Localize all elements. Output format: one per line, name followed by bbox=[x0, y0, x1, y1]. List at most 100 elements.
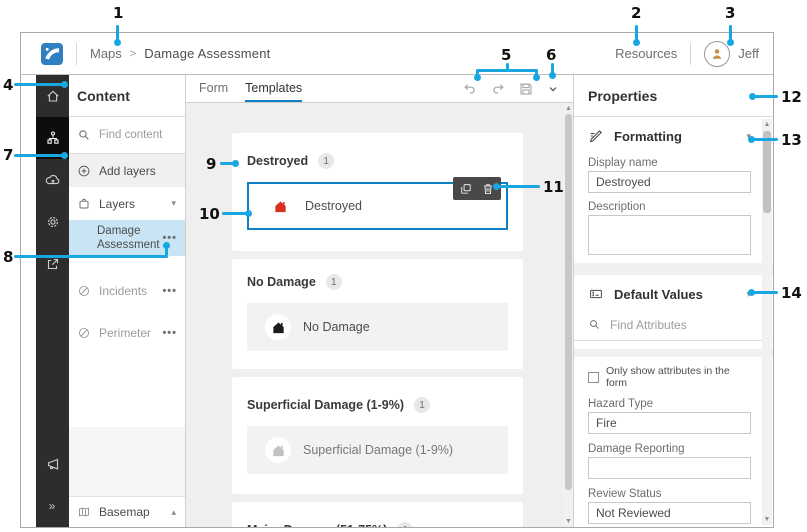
damage-reporting-label: Damage Reporting bbox=[588, 443, 751, 455]
basemap-icon bbox=[77, 505, 91, 519]
template-item-destroyed[interactable]: Destroyed bbox=[247, 182, 508, 230]
callout-9-dot bbox=[232, 160, 239, 167]
breadcrumb-current-map: Damage Assessment bbox=[144, 46, 270, 61]
input-box-icon bbox=[588, 286, 604, 302]
layer-options-menu-icon[interactable]: ••• bbox=[162, 285, 177, 297]
properties-scrollbar[interactable]: ▲ ▼ bbox=[762, 119, 772, 525]
layer-options-menu-icon[interactable]: ••• bbox=[162, 327, 177, 339]
group-count-badge: 1 bbox=[414, 397, 430, 413]
template-group-destroyed: Destroyed 1 Destroyed bbox=[232, 133, 523, 251]
layer-name: Incidents bbox=[99, 284, 147, 298]
formatting-section-header[interactable]: Formatting ▾ bbox=[588, 121, 751, 151]
callout-1-dot bbox=[114, 39, 121, 46]
find-attributes-search[interactable]: Find Attributes bbox=[574, 309, 773, 341]
scroll-up-icon[interactable]: ▲ bbox=[762, 120, 772, 129]
callout-12-line bbox=[753, 95, 778, 98]
callout-7-line bbox=[14, 154, 64, 157]
add-layers-button[interactable]: Add layers bbox=[69, 154, 185, 187]
default-values-section-header[interactable]: Default Values ▾ bbox=[588, 279, 751, 309]
breadcrumb-separator: > bbox=[130, 48, 136, 60]
template-item-superficial[interactable]: Superficial Damage (1-9%) bbox=[247, 426, 508, 474]
callout-13: 13 bbox=[781, 131, 802, 149]
checkbox-unchecked[interactable] bbox=[588, 372, 599, 383]
find-content-search[interactable]: Find content bbox=[69, 117, 185, 154]
callout-3: 3 bbox=[725, 4, 735, 22]
layers-section-header[interactable]: Layers ▾ bbox=[69, 187, 185, 220]
template-item-label: Superficial Damage (1-9%) bbox=[303, 443, 453, 457]
section-divider bbox=[574, 349, 773, 357]
basemap-section-header[interactable]: Basemap ▴ bbox=[69, 496, 185, 527]
callout-7: 7 bbox=[3, 146, 13, 164]
templates-scrollbar[interactable]: ▲ ▼ bbox=[564, 103, 573, 527]
callout-1: 1 bbox=[113, 4, 123, 22]
duplicate-icon[interactable] bbox=[459, 182, 473, 196]
callout-6: 6 bbox=[546, 46, 556, 64]
template-item-no-damage[interactable]: No Damage bbox=[247, 303, 508, 351]
display-name-input[interactable] bbox=[588, 171, 751, 193]
house-icon-red bbox=[273, 199, 288, 214]
group-count-badge: 1 bbox=[397, 522, 413, 527]
callout-11-line bbox=[497, 185, 540, 188]
resources-link[interactable]: Resources bbox=[615, 46, 677, 61]
undo-icon[interactable] bbox=[462, 81, 478, 97]
callout-4: 4 bbox=[3, 76, 13, 94]
review-status-label: Review Status bbox=[588, 488, 751, 500]
basemap-label: Basemap bbox=[99, 505, 150, 519]
breadcrumb-maps-link[interactable]: Maps bbox=[90, 46, 122, 61]
redo-icon[interactable] bbox=[490, 81, 506, 97]
topbar-divider-2 bbox=[690, 43, 691, 65]
rail-feedback-icon[interactable] bbox=[36, 443, 69, 485]
callout-5-dot-left bbox=[474, 74, 481, 81]
chevron-up-icon: ▴ bbox=[171, 507, 176, 518]
scrollbar-thumb[interactable] bbox=[763, 131, 771, 213]
editor-tab-bar: Form Templates bbox=[186, 75, 573, 103]
hazard-type-input[interactable] bbox=[588, 412, 751, 434]
damage-reporting-input[interactable] bbox=[588, 457, 751, 479]
save-icon[interactable] bbox=[518, 81, 534, 97]
esri-logo-icon[interactable] bbox=[41, 43, 63, 65]
content-panel-title: Content bbox=[69, 75, 185, 117]
scroll-down-icon[interactable]: ▼ bbox=[564, 517, 573, 526]
callout-3-dot bbox=[727, 39, 734, 46]
group-count-badge: 1 bbox=[326, 274, 342, 290]
chevron-down-icon[interactable] bbox=[546, 82, 560, 96]
description-label: Description bbox=[588, 201, 751, 213]
symbol-swatch bbox=[267, 193, 293, 219]
description-input[interactable] bbox=[588, 215, 751, 255]
callout-7-dot bbox=[61, 152, 68, 159]
group-title: Destroyed bbox=[247, 154, 308, 168]
find-attributes-placeholder: Find Attributes bbox=[610, 318, 687, 332]
callout-4-dot bbox=[61, 81, 68, 88]
tab-form[interactable]: Form bbox=[199, 75, 228, 102]
rail-expand-icon[interactable]: » bbox=[36, 485, 69, 527]
callout-2: 2 bbox=[631, 4, 641, 22]
tab-templates[interactable]: Templates bbox=[245, 75, 302, 102]
callout-5: 5 bbox=[501, 46, 511, 64]
layer-name: Damage Assessment bbox=[97, 224, 159, 253]
search-icon bbox=[588, 318, 601, 331]
person-icon bbox=[709, 46, 725, 62]
group-title: No Damage bbox=[247, 275, 316, 289]
search-icon bbox=[77, 128, 91, 142]
house-icon-black bbox=[271, 320, 286, 335]
default-values-heading: Default Values bbox=[614, 287, 703, 302]
properties-title: Properties bbox=[574, 75, 773, 117]
rail-settings-icon[interactable] bbox=[36, 201, 69, 243]
symbol-swatch bbox=[265, 314, 291, 340]
rail-share-icon[interactable] bbox=[36, 243, 69, 285]
scroll-down-icon[interactable]: ▼ bbox=[762, 515, 772, 524]
rail-offline-cloud-icon[interactable] bbox=[36, 159, 69, 201]
content-panel-filler bbox=[69, 427, 185, 496]
group-count-badge: 1 bbox=[318, 153, 334, 169]
scrollbar-thumb[interactable] bbox=[565, 114, 572, 490]
callout-8: 8 bbox=[3, 248, 13, 266]
user-name[interactable]: Jeff bbox=[738, 46, 759, 61]
template-item-label: No Damage bbox=[303, 320, 370, 334]
scroll-up-icon[interactable]: ▲ bbox=[564, 104, 573, 113]
callout-8-dot bbox=[163, 242, 170, 249]
layer-item-incidents[interactable]: Incidents ••• bbox=[69, 270, 185, 312]
review-status-input[interactable] bbox=[588, 502, 751, 524]
user-avatar[interactable] bbox=[704, 41, 730, 67]
add-layers-label: Add layers bbox=[99, 164, 156, 178]
layer-item-perimeter[interactable]: Perimeter ••• bbox=[69, 312, 185, 354]
